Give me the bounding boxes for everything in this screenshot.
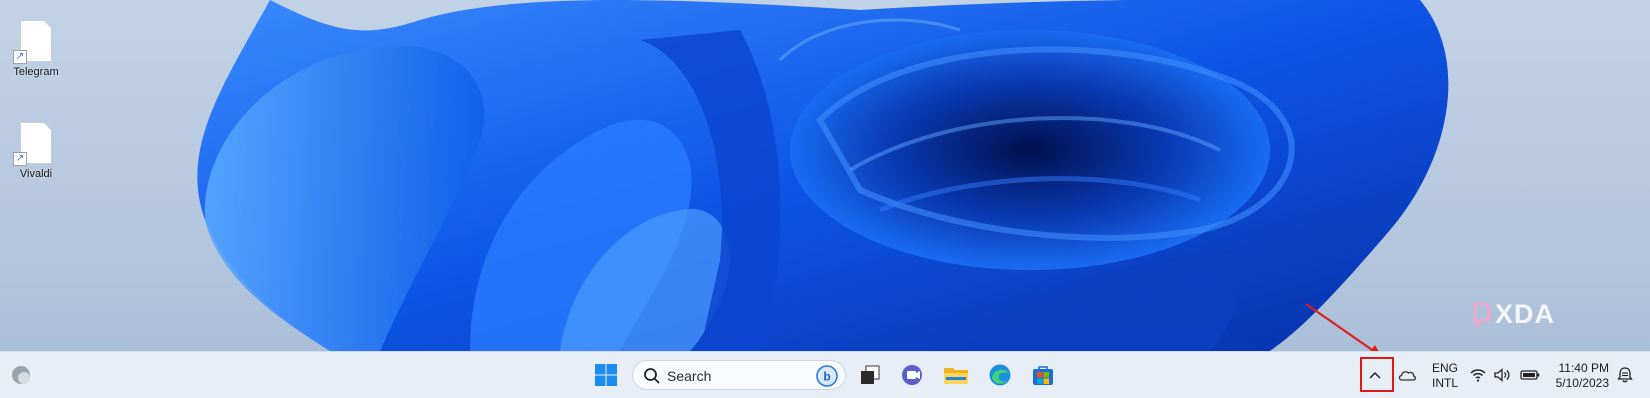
weather-icon bbox=[12, 366, 30, 384]
desktop-icon-label: Vivaldi bbox=[19, 168, 53, 180]
xda-logo-icon bbox=[1473, 302, 1491, 328]
store-icon bbox=[1033, 366, 1053, 385]
onedrive-cloud-icon bbox=[1398, 371, 1416, 381]
xda-watermark: XDA bbox=[1473, 299, 1555, 330]
bing-chat-icon[interactable]: b bbox=[815, 364, 839, 388]
language-code: ENG bbox=[1432, 361, 1459, 375]
keyboard-layout: INTL bbox=[1432, 376, 1459, 390]
taskbar-search-box[interactable]: Search b bbox=[632, 360, 846, 390]
shortcut-arrow-icon: ↗ bbox=[13, 50, 27, 64]
clock-date: 5/10/2023 bbox=[1555, 376, 1609, 390]
notification-bell-icon bbox=[1617, 367, 1633, 383]
start-button[interactable] bbox=[591, 360, 621, 390]
file-explorer-icon bbox=[944, 368, 968, 384]
desktop-icon-vivaldi[interactable]: ↗ Vivaldi bbox=[1, 122, 71, 180]
notification-center-button[interactable] bbox=[1612, 360, 1638, 390]
clock-button[interactable]: 11:40 PM 5/10/2023 bbox=[1549, 361, 1609, 391]
clock-time: 11:40 PM bbox=[1558, 361, 1609, 375]
file-explorer-button[interactable] bbox=[941, 360, 971, 390]
edge-button[interactable] bbox=[985, 360, 1015, 390]
desktop: ↗ Telegram ↗ Vivaldi XDA bbox=[0, 0, 1650, 351]
shortcut-arrow-icon: ↗ bbox=[13, 152, 27, 166]
annotation-highlight-box bbox=[1360, 357, 1394, 392]
bloom-wallpaper bbox=[197, 0, 1449, 351]
battery-icon bbox=[1520, 370, 1540, 380]
edge-icon bbox=[989, 364, 1011, 386]
volume-icon bbox=[1494, 368, 1510, 382]
quick-settings-button[interactable] bbox=[1470, 360, 1540, 390]
watermark-text: XDA bbox=[1495, 299, 1556, 329]
microsoft-store-button[interactable] bbox=[1028, 360, 1058, 390]
windows-logo-icon bbox=[595, 364, 617, 386]
svg-text:b: b bbox=[823, 370, 830, 384]
task-view-button[interactable] bbox=[855, 360, 885, 390]
weather-widget-button[interactable] bbox=[6, 360, 36, 390]
teams-meet-icon bbox=[902, 365, 922, 385]
wifi-icon bbox=[1470, 369, 1486, 382]
desktop-icon-label: Telegram bbox=[13, 66, 59, 78]
search-icon bbox=[644, 368, 660, 384]
onedrive-tray-button[interactable] bbox=[1392, 360, 1422, 390]
teams-chat-button[interactable] bbox=[898, 360, 928, 390]
desktop-icon-telegram[interactable]: ↗ Telegram bbox=[1, 20, 71, 78]
task-view-icon bbox=[861, 365, 880, 384]
taskbar: Search b ENG INTL 11:40 PM 5/10/2023 bbox=[0, 351, 1650, 398]
search-placeholder: Search bbox=[667, 368, 712, 384]
input-language-indicator[interactable]: ENG INTL bbox=[1432, 361, 1458, 391]
